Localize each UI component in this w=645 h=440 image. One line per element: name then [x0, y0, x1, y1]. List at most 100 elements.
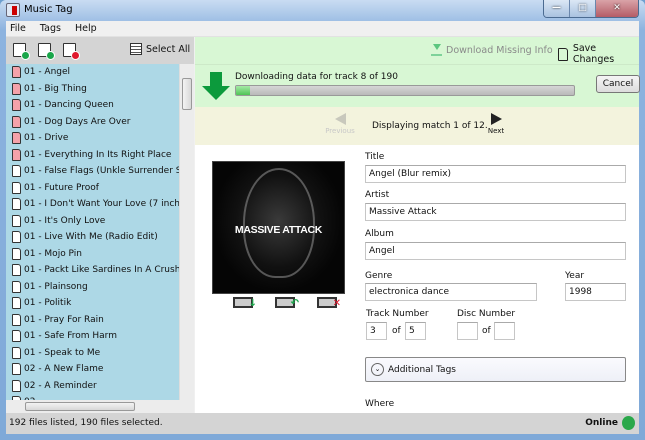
- file-list-item[interactable]: 01 - It's Only Love: [6, 213, 194, 230]
- file-list-item[interactable]: 01 - Angel: [6, 64, 194, 81]
- file-list-item[interactable]: 01 - Drive: [6, 130, 194, 147]
- file-list-item[interactable]: 01 - Live With Me (Radio Edit): [6, 229, 194, 246]
- file-icon: [12, 280, 21, 293]
- genre-label: Genre: [365, 271, 393, 281]
- select-all-button[interactable]: Select All: [130, 43, 190, 55]
- file-name: 01 - Pray For Rain: [24, 314, 104, 325]
- file-name: 01 - Dog Days Are Over: [24, 116, 131, 127]
- file-list-item[interactable]: 01 - I Don't Want Your Love (7 inch mix): [6, 196, 194, 213]
- file-name: 01 - Plainsong: [24, 281, 88, 292]
- file-list-item[interactable]: 01 - Dancing Queen: [6, 97, 194, 114]
- track-total-input[interactable]: 5: [405, 322, 426, 340]
- next-label: Next: [487, 127, 505, 135]
- file-name: 01 - Drive: [24, 133, 69, 144]
- file-list-item[interactable]: 02 - A New Flame: [6, 361, 194, 378]
- genre-input[interactable]: electronica dance: [365, 283, 537, 301]
- progress-fill: [236, 86, 251, 95]
- year-input[interactable]: 1998: [565, 283, 626, 301]
- file-icon: [12, 66, 21, 79]
- file-name: 01 - Live With Me (Radio Edit): [24, 232, 158, 243]
- file-icon: [12, 330, 21, 343]
- download-art-icon[interactable]: ↓: [233, 297, 257, 309]
- file-icon: [12, 132, 21, 145]
- menu-tags[interactable]: Tags: [40, 23, 61, 34]
- close-button[interactable]: ✕: [596, 0, 638, 17]
- artist-input[interactable]: Massive Attack: [365, 203, 626, 221]
- file-name: 01 - Everything In Its Right Place: [24, 149, 172, 160]
- disc-number-input[interactable]: [457, 322, 478, 340]
- file-list-item[interactable]: 01 - Future Proof: [6, 180, 194, 197]
- file-list-item[interactable]: 01 - Plainsong: [6, 279, 194, 296]
- window-frame: Music Tag — □ ✕ File Tags Help Select Al…: [0, 0, 645, 440]
- file-icon: [12, 165, 21, 178]
- file-list-item[interactable]: 01 - Mojo Pin: [6, 246, 194, 263]
- connection-status: Online: [585, 416, 635, 430]
- file-list-item[interactable]: 01 - Politik: [6, 295, 194, 312]
- chevron-down-icon: ⌄: [371, 363, 384, 376]
- album-input[interactable]: Angel: [365, 242, 626, 260]
- disc-total-input[interactable]: [494, 322, 515, 340]
- additional-tags-expander[interactable]: ⌄ Additional Tags: [365, 357, 626, 382]
- revert-art-icon[interactable]: ↶: [275, 297, 299, 309]
- save-changes-button[interactable]: Save Changes: [558, 43, 639, 65]
- match-status: Displaying match 1 of 12.: [372, 121, 488, 131]
- match-navigation: Previous Displaying match 1 of 12. Next: [195, 107, 639, 145]
- select-all-label: Select All: [146, 43, 191, 55]
- track-number-label: Track Number: [366, 309, 429, 319]
- file-list-item[interactable]: 01 - Everything In Its Right Place: [6, 147, 194, 164]
- horizontal-scrollbar[interactable]: [6, 400, 194, 413]
- add-folder-icon[interactable]: [13, 43, 30, 60]
- minimize-button[interactable]: —: [544, 0, 570, 17]
- previous-button[interactable]: Previous: [325, 113, 355, 135]
- file-name: 01 - Safe From Harm: [24, 331, 117, 342]
- file-icon: [12, 148, 21, 161]
- online-label: Online: [585, 418, 618, 428]
- file-list-item[interactable]: 01 - Speak to Me: [6, 345, 194, 362]
- title-input[interactable]: Angel (Blur remix): [365, 165, 626, 183]
- remove-file-icon[interactable]: [63, 43, 80, 60]
- track-number-input[interactable]: 3: [366, 322, 387, 340]
- file-name: 01 - Mojo Pin: [24, 248, 82, 259]
- file-name: 01 - Politik: [24, 298, 72, 309]
- satellite-icon: [622, 416, 635, 430]
- maximize-button[interactable]: □: [570, 0, 596, 17]
- download-missing-button[interactable]: Download Missing Info: [431, 44, 553, 56]
- file-list-item[interactable]: 01 - Big Thing: [6, 81, 194, 98]
- menu-file[interactable]: File: [10, 23, 26, 34]
- window-title: Music Tag: [24, 4, 73, 15]
- file-list-item[interactable]: 01 - False Flags (Unkle Surrender Sounds: [6, 163, 194, 180]
- file-list-item[interactable]: 01 - Safe From Harm: [6, 328, 194, 345]
- file-list-item[interactable]: 02 - A Reminder: [6, 378, 194, 395]
- scroll-thumb[interactable]: [25, 402, 135, 411]
- file-list-item[interactable]: 01 - Packt Like Sardines In A Crushd Tin: [6, 262, 194, 279]
- menu-bar: File Tags Help: [6, 21, 639, 37]
- details-panel: Download Missing Info Save Changes Downl…: [195, 37, 640, 413]
- action-header: Download Missing Info Save Changes: [195, 37, 639, 65]
- vertical-scrollbar[interactable]: [179, 64, 194, 400]
- additional-tags-label: Additional Tags: [388, 364, 456, 375]
- file-icon: [12, 181, 21, 194]
- scroll-thumb[interactable]: [182, 78, 192, 110]
- file-icon: [12, 198, 21, 211]
- client-area: File Tags Help Select All 01 - Angel 01 -…: [6, 21, 640, 434]
- file-name: 02 - A Reminder: [24, 380, 97, 391]
- file-list-item[interactable]: 01 - Dog Days Are Over: [6, 114, 194, 131]
- file-name: 01 - Future Proof: [24, 182, 99, 193]
- list-icon: [130, 43, 142, 55]
- document-icon: [558, 47, 568, 61]
- disc-number-label: Disc Number: [457, 309, 516, 319]
- file-list[interactable]: 01 - Angel 01 - Big Thing 01 - Dancing Que…: [6, 64, 194, 400]
- download-status: Downloading data for track 8 of 190: [235, 72, 398, 82]
- download-missing-label: Download Missing Info: [446, 44, 553, 56]
- menu-help[interactable]: Help: [75, 23, 97, 34]
- add-file-icon[interactable]: [38, 43, 55, 60]
- track-of-label: of: [392, 326, 401, 336]
- download-arrow-icon: [202, 72, 230, 102]
- file-icon: [12, 363, 21, 376]
- cancel-button[interactable]: Cancel: [596, 75, 640, 93]
- file-name: 02 - A New Flame: [24, 364, 104, 375]
- next-button[interactable]: Next: [484, 113, 508, 135]
- remove-art-icon[interactable]: ✕: [317, 297, 341, 309]
- where-label: Where: [365, 399, 395, 409]
- file-list-item[interactable]: 01 - Pray For Rain: [6, 312, 194, 329]
